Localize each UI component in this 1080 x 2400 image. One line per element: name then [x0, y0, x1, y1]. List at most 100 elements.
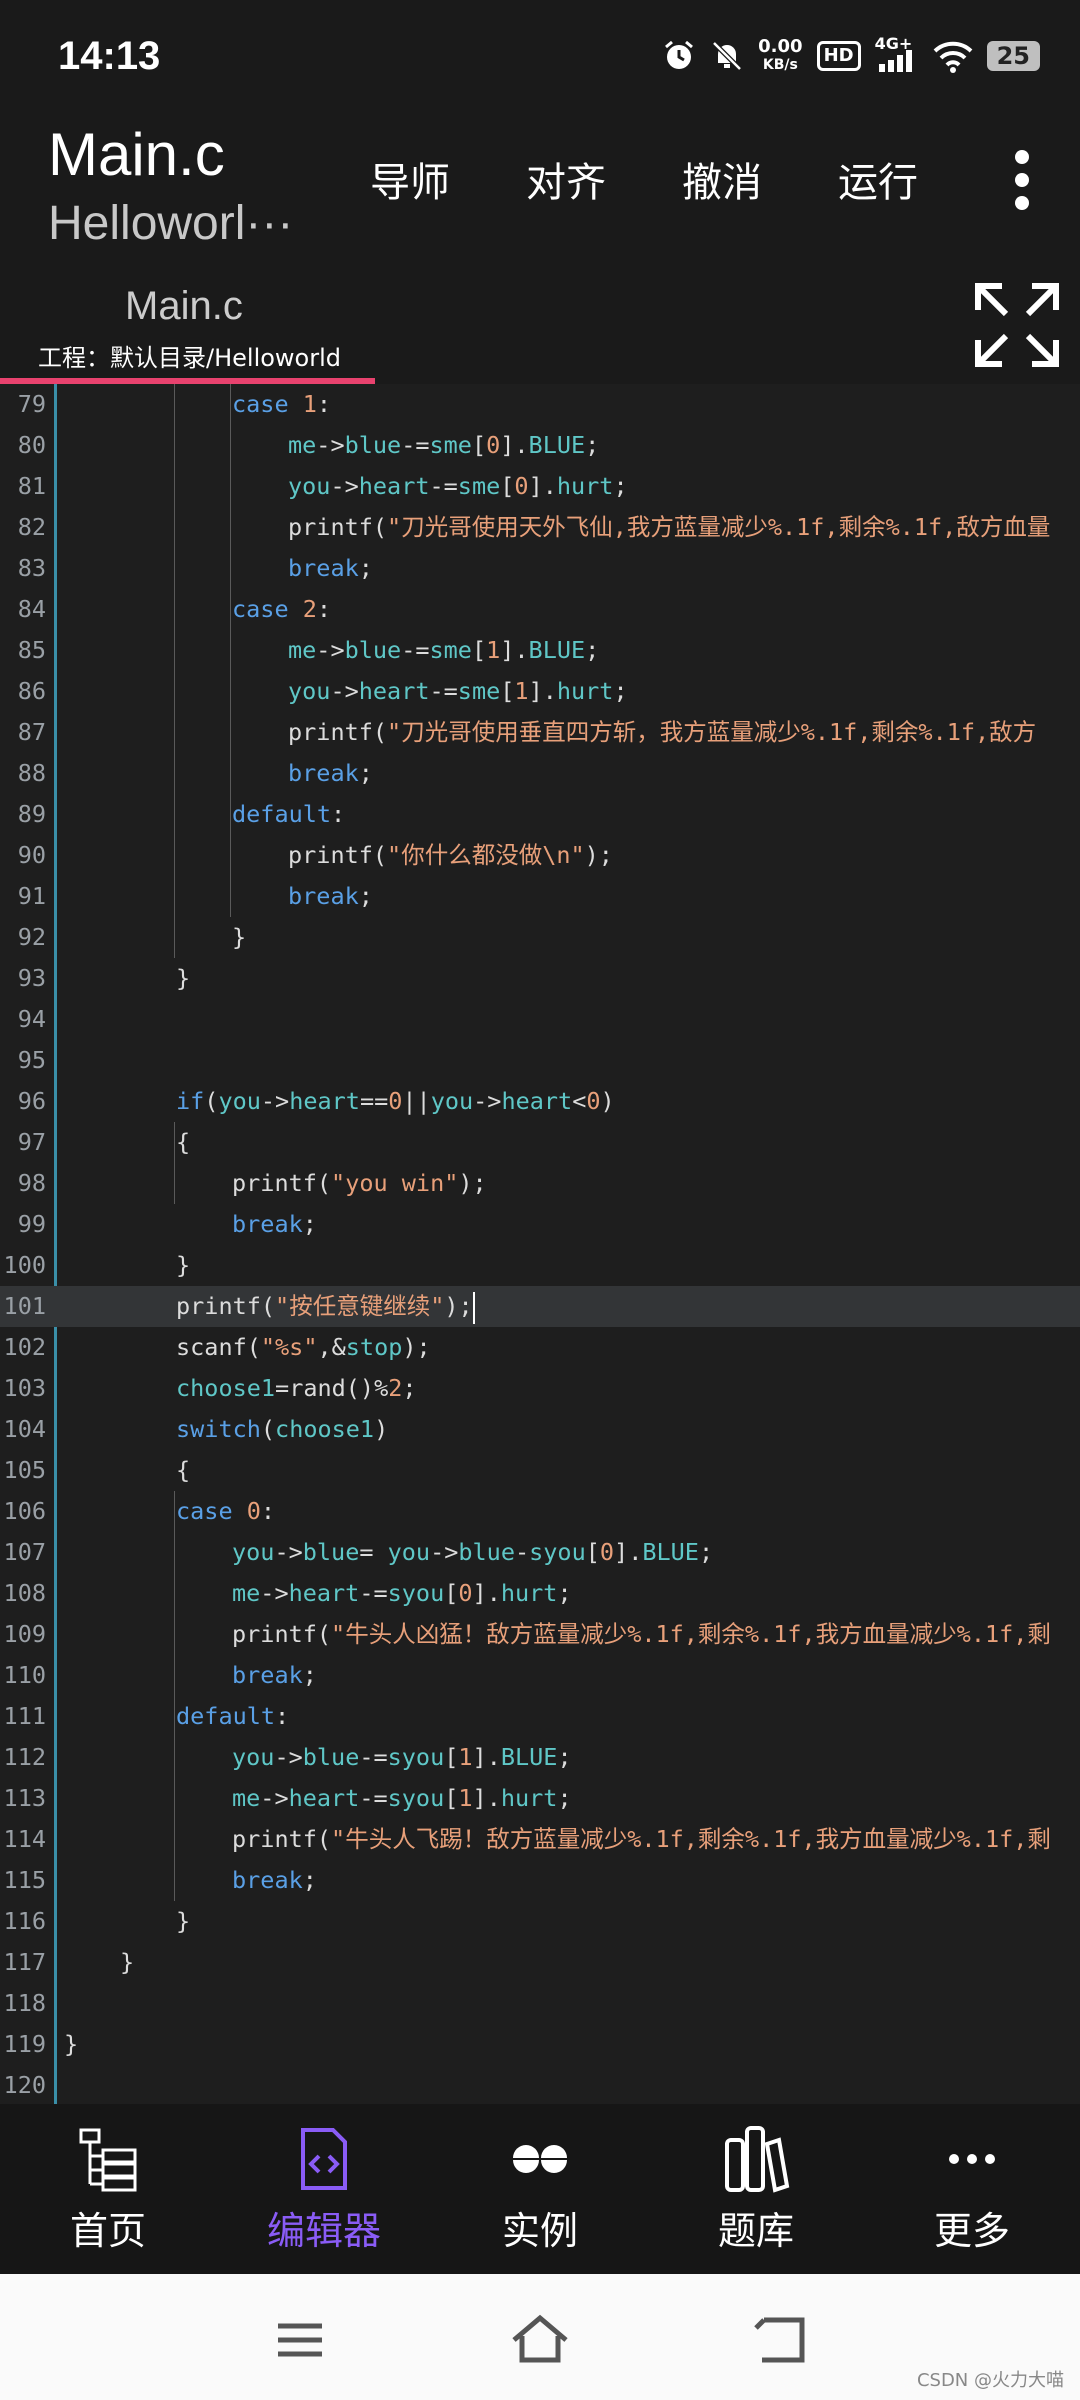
- code-line[interactable]: 111 default:: [0, 1696, 1080, 1737]
- code-text: printf("you win");: [232, 1169, 487, 1197]
- code-line[interactable]: 95: [0, 1040, 1080, 1081]
- line-number: 97: [17, 1128, 46, 1156]
- code-line[interactable]: 104 switch(choose1): [0, 1409, 1080, 1450]
- code-line[interactable]: 108 me->heart-=syou[0].hurt;: [0, 1573, 1080, 1614]
- code-text: you->blue= you->blue-syou[0].BLUE;: [232, 1538, 714, 1566]
- code-line[interactable]: 112 you->blue-=syou[1].BLUE;: [0, 1737, 1080, 1778]
- code-text: }: [176, 964, 191, 992]
- tab-main-c[interactable]: Main.c 工程：默认目录/Helloworld: [0, 270, 375, 384]
- nav-home[interactable]: 首页: [0, 2104, 216, 2274]
- code-line[interactable]: 103 choose1=rand()%2;: [0, 1368, 1080, 1409]
- line-number: 93: [17, 964, 46, 992]
- code-line[interactable]: 81 you->heart-=sme[0].hurt;: [0, 466, 1080, 507]
- nav-editor[interactable]: 编辑器: [216, 2104, 432, 2274]
- indent-guide: [174, 1491, 175, 1901]
- code-line[interactable]: 99 break;: [0, 1204, 1080, 1245]
- line-number: 84: [17, 595, 46, 623]
- signal-icon: 4G+: [875, 34, 919, 74]
- code-line[interactable]: 109 printf("牛头人凶猛！敌方蓝量减少%.1f,剩余%.1f,我方血量减…: [0, 1614, 1080, 1655]
- code-line[interactable]: 119}: [0, 2024, 1080, 2065]
- nav-question-bank[interactable]: 题库: [648, 2104, 864, 2274]
- line-number: 96: [17, 1087, 46, 1115]
- system-navigation-bar: CSDN @火力大喵: [0, 2274, 1080, 2400]
- code-line[interactable]: 88 break;: [0, 753, 1080, 794]
- run-button[interactable]: 运行: [838, 150, 994, 208]
- nav-label-home: 首页: [69, 2208, 146, 2253]
- code-line[interactable]: 79 case 1:: [0, 384, 1080, 425]
- code-editor[interactable]: 79 case 1: 80 me->blue-=sme[0].BLUE; 81 you->…: [0, 384, 1080, 2104]
- code-text: you->blue-=syou[1].BLUE;: [232, 1743, 572, 1771]
- bottom-navigation: 首页 编辑器 实例 题库 更多: [0, 2104, 1080, 2274]
- code-line[interactable]: 101 printf("按任意键继续");: [0, 1286, 1080, 1327]
- code-line[interactable]: 96 if(you->heart==0||you->heart<0): [0, 1081, 1080, 1122]
- code-text: printf("牛头人飞踢！敌方蓝量减少%.1f,剩余%.1f,我方血量减少%.…: [232, 1825, 1051, 1853]
- code-text: case 0:: [176, 1497, 276, 1525]
- code-line[interactable]: 91 break;: [0, 876, 1080, 917]
- menu-icon[interactable]: [270, 2310, 330, 2370]
- code-text: switch(choose1): [176, 1415, 389, 1443]
- code-text: break;: [288, 882, 373, 910]
- code-line[interactable]: 89 default:: [0, 794, 1080, 835]
- line-number: 113: [3, 1784, 46, 1812]
- code-line[interactable]: 115 break;: [0, 1860, 1080, 1901]
- code-line[interactable]: 110 break;: [0, 1655, 1080, 1696]
- line-number: 103: [3, 1374, 46, 1402]
- code-line[interactable]: 87 printf("刀光哥使用垂直四方斩，我方蓝量减少%.1f,剩余%.1f,敌…: [0, 712, 1080, 753]
- code-line[interactable]: 113 me->heart-=syou[1].hurt;: [0, 1778, 1080, 1819]
- undo-button[interactable]: 撤消: [682, 150, 838, 208]
- mentor-button[interactable]: 导师: [370, 150, 526, 208]
- more-icon: [949, 2153, 995, 2164]
- code-line[interactable]: 85 me->blue-=sme[1].BLUE;: [0, 630, 1080, 671]
- tab-file-name: Main.c: [125, 284, 243, 328]
- code-text: }: [176, 1907, 191, 1935]
- code-line[interactable]: 118: [0, 1983, 1080, 2024]
- nav-more[interactable]: 更多: [864, 2104, 1080, 2274]
- line-number: 109: [3, 1620, 46, 1648]
- code-text: {: [176, 1456, 191, 1484]
- code-line[interactable]: 84 case 2:: [0, 589, 1080, 630]
- code-text: choose1=rand()%2;: [176, 1374, 417, 1402]
- line-number: 89: [17, 800, 46, 828]
- code-line[interactable]: 114 printf("牛头人飞踢！敌方蓝量减少%.1f,剩余%.1f,我方血量减…: [0, 1819, 1080, 1860]
- line-number: 102: [3, 1333, 46, 1361]
- code-line[interactable]: 94: [0, 999, 1080, 1040]
- code-text: default:: [176, 1702, 290, 1730]
- code-line[interactable]: 100}: [0, 1245, 1080, 1286]
- code-text: break;: [288, 759, 373, 787]
- code-line[interactable]: 86 you->heart-=sme[1].hurt;: [0, 671, 1080, 712]
- code-text: break;: [232, 1866, 317, 1894]
- code-line[interactable]: 117}: [0, 1942, 1080, 1983]
- nav-examples[interactable]: 实例: [432, 2104, 648, 2274]
- code-line[interactable]: 90 printf("你什么都没做\n");: [0, 835, 1080, 876]
- back-icon[interactable]: [750, 2310, 810, 2370]
- code-text: printf("刀光哥使用天外飞仙,我方蓝量减少%.1f,剩余%.1f,敌方血量: [288, 513, 1051, 541]
- code-text: }: [64, 2030, 79, 2058]
- fullscreen-icon[interactable]: [972, 280, 1062, 370]
- line-number: 104: [3, 1415, 46, 1443]
- code-line[interactable]: 105 {: [0, 1450, 1080, 1491]
- net-speed-unit: KB/s: [762, 57, 798, 73]
- code-line[interactable]: 98 printf("you win");: [0, 1163, 1080, 1204]
- overflow-menu-icon[interactable]: [1012, 150, 1032, 210]
- code-line[interactable]: 93}: [0, 958, 1080, 999]
- code-line[interactable]: 92}: [0, 917, 1080, 958]
- line-number: 87: [17, 718, 46, 746]
- code-text: {: [176, 1128, 191, 1156]
- code-line[interactable]: 83 break;: [0, 548, 1080, 589]
- code-text: you->heart-=sme[1].hurt;: [288, 677, 628, 705]
- align-button[interactable]: 对齐: [526, 150, 682, 208]
- code-line[interactable]: 82 printf("刀光哥使用天外飞仙,我方蓝量减少%.1f,剩余%.1f,敌方…: [0, 507, 1080, 548]
- code-line[interactable]: 116}: [0, 1901, 1080, 1942]
- home-icon[interactable]: [510, 2310, 570, 2370]
- code-line[interactable]: 80 me->blue-=sme[0].BLUE;: [0, 425, 1080, 466]
- code-text: scanf("%s",&stop);: [176, 1333, 431, 1361]
- code-text: break;: [288, 554, 373, 582]
- code-line[interactable]: 107 you->blue= you->blue-syou[0].BLUE;: [0, 1532, 1080, 1573]
- code-text: printf("牛头人凶猛！敌方蓝量减少%.1f,剩余%.1f,我方血量减少%.…: [232, 1620, 1051, 1648]
- code-line[interactable]: 102 scanf("%s",&stop);: [0, 1327, 1080, 1368]
- line-number: 99: [17, 1210, 46, 1238]
- code-line[interactable]: 120: [0, 2065, 1080, 2104]
- code-line[interactable]: 97 {: [0, 1122, 1080, 1163]
- line-number: 111: [3, 1702, 46, 1730]
- code-line[interactable]: 106 case 0:: [0, 1491, 1080, 1532]
